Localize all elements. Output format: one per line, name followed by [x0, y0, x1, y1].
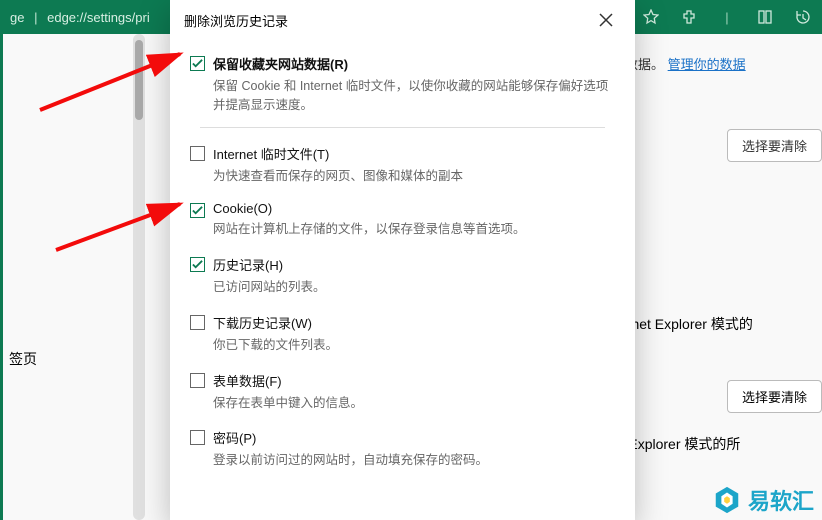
collections-icon[interactable] [756, 8, 774, 26]
star-icon[interactable] [642, 8, 660, 26]
option-desc: 保存在表单中键入的信息。 [213, 394, 615, 413]
option-cookies: Cookie(O) 网站在计算机上存储的文件，以保存登录信息等首选项。 [190, 193, 615, 247]
option-label: 下载历史记录(W) [213, 313, 615, 332]
checkbox-keep-favorites[interactable] [190, 56, 205, 71]
extensions-icon[interactable] [680, 8, 698, 26]
checkbox-downloads[interactable] [190, 315, 205, 330]
url-text: edge://settings/pri [47, 10, 150, 25]
dialog-title: 删除浏览历史记录 [184, 11, 591, 30]
checkbox-passwords[interactable] [190, 430, 205, 445]
app-name: ge [10, 10, 24, 25]
toolbar-right: 0.40 | [604, 0, 812, 34]
manage-data-link[interactable]: 管理你的数据 [668, 57, 746, 72]
bg-section-1: 的数据。 管理你的数据 选择要清除 [612, 54, 822, 162]
scrollbar[interactable] [133, 34, 145, 520]
checkbox-history[interactable] [190, 257, 205, 272]
checkbox-temp-files[interactable] [190, 146, 205, 161]
checkbox-cookies[interactable] [190, 203, 205, 218]
option-history: 历史记录(H) 已访问网站的列表。 [190, 247, 615, 305]
option-form-data: 表单数据(F) 保存在表单中键入的信息。 [190, 363, 615, 421]
dialog-header: 删除浏览历史记录 [170, 0, 635, 40]
address-bar[interactable]: ge | edge://settings/pri [10, 10, 150, 25]
watermark-text: 易软汇 [748, 484, 814, 516]
option-label: 保留收藏夹网站数据(R) [213, 54, 615, 73]
close-icon [599, 13, 613, 27]
option-temp-files: Internet 临时文件(T) 为快速查看而保存的网页、图像和媒体的副本 [190, 136, 615, 194]
separator: | [34, 10, 37, 25]
divider [200, 127, 605, 128]
option-label: Cookie(O) [213, 201, 615, 216]
divider-icon: | [718, 8, 736, 26]
delete-history-dialog: 删除浏览历史记录 保留收藏夹网站数据(R) 保留 Cookie 和 Intern… [170, 0, 635, 520]
choose-clear-button-2[interactable]: 选择要清除 [727, 380, 822, 413]
option-label: 密码(P) [213, 428, 615, 447]
option-label: 历史记录(H) [213, 255, 615, 274]
option-label: Internet 临时文件(T) [213, 144, 615, 163]
history-icon[interactable] [794, 8, 812, 26]
watermark-logo-icon [712, 485, 742, 515]
option-passwords: 密码(P) 登录以前访问过的网站时，自动填充保存的密码。 [190, 420, 615, 478]
option-keep-favorites: 保留收藏夹网站数据(R) 保留 Cookie 和 Internet 临时文件，以… [190, 46, 615, 123]
option-desc: 已访问网站的列表。 [213, 278, 615, 297]
close-button[interactable] [591, 5, 621, 35]
sidebar-item-label[interactable]: 签页 [9, 349, 37, 369]
choose-clear-button-1[interactable]: 选择要清除 [727, 129, 822, 162]
watermark: 易软汇 [712, 484, 814, 516]
scrollbar-thumb[interactable] [135, 40, 143, 120]
option-desc: 保留 Cookie 和 Internet 临时文件，以使你收藏的网站能够保存偏好… [213, 77, 615, 115]
option-desc: 登录以前访问过的网站时，自动填充保存的密码。 [213, 451, 615, 470]
dialog-body: 保留收藏夹网站数据(R) 保留 Cookie 和 Internet 临时文件，以… [170, 40, 635, 484]
checkbox-form-data[interactable] [190, 373, 205, 388]
option-desc: 你已下载的文件列表。 [213, 336, 615, 355]
option-label: 表单数据(F) [213, 371, 615, 390]
option-desc: 为快速查看而保存的网页、图像和媒体的副本 [213, 167, 615, 186]
option-desc: 网站在计算机上存储的文件，以保存登录信息等首选项。 [213, 220, 615, 239]
option-downloads: 下载历史记录(W) 你已下载的文件列表。 [190, 305, 615, 363]
